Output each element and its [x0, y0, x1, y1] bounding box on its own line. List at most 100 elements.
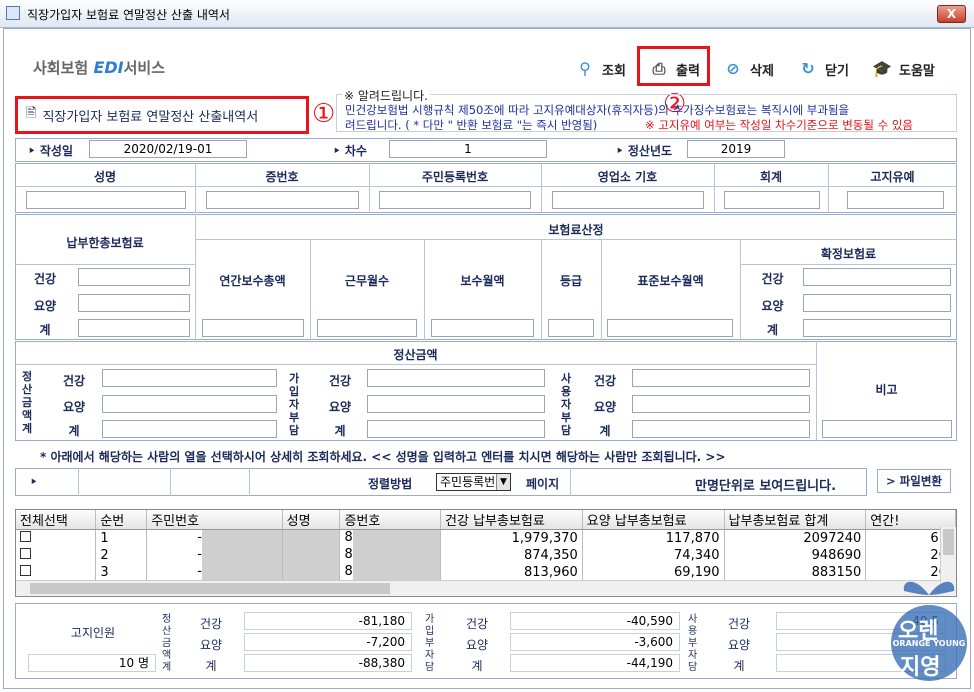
rrn-col-header[interactable]: 주민번호	[146, 510, 283, 530]
sort-select[interactable]: 주민등록번 ▼	[436, 473, 511, 491]
search-icon: ⚲	[579, 59, 591, 78]
vscroll-thumb[interactable]	[943, 529, 954, 555]
title-bar: 직장가입자 보험료 연말정산 산출 내역서 X	[0, 0, 974, 28]
sum-emp-total[interactable]	[776, 654, 946, 672]
sub-sum-total-label: 계	[471, 659, 483, 673]
conf-care-field[interactable]	[803, 294, 951, 312]
work-months-header: 근무월수	[344, 274, 390, 288]
s-care-label: 요양	[62, 400, 86, 414]
cert-field[interactable]	[206, 191, 359, 209]
delete-button[interactable]: ⊘ 삭제	[722, 52, 774, 86]
scrollbar-thumb[interactable]	[30, 583, 390, 594]
table-row[interactable]: 1 - 8 1,979,370 117,870 2097240 61,	[16, 529, 956, 547]
row-checkbox[interactable]	[20, 565, 31, 576]
notice-people-field[interactable]: 10 명	[28, 654, 156, 672]
branch-header: 영업소 기호	[597, 170, 658, 184]
sum-total-label: 계	[205, 659, 217, 673]
logo: 사회보험 EDI서비스	[33, 58, 166, 77]
print-button[interactable]: ⎙ 출력	[648, 52, 700, 86]
sum-side-2: 가입부자담	[425, 614, 435, 673]
notice-line-2: 려드립니다. ( * 다만 " 반환 보험료 "는 즉시 반영됨)	[345, 118, 598, 132]
round-field[interactable]: 1	[389, 140, 547, 158]
sum-sub-care[interactable]: -3,600	[510, 633, 680, 651]
s-health-field[interactable]	[102, 369, 277, 387]
page-label: 페이지	[526, 477, 560, 491]
chevron-down-icon: ▼	[496, 474, 510, 490]
calc-header: 보험료산정	[548, 223, 604, 237]
paid-total-header: 납부한총보험료	[66, 236, 144, 250]
emp-sum-care-label: 요양	[727, 638, 751, 652]
seq-header[interactable]: 순번	[95, 510, 148, 530]
name-field[interactable]	[26, 191, 186, 209]
sum-emp-care[interactable]	[776, 633, 946, 651]
sum-settle-care[interactable]: -7,200	[244, 633, 412, 651]
sum-emp-health[interactable]: -40,5	[776, 612, 946, 630]
emp-total-field[interactable]	[632, 420, 810, 438]
horizontal-scrollbar[interactable]	[16, 580, 956, 596]
search-button[interactable]: ⚲ 조회	[574, 52, 626, 86]
table-row[interactable]: 2 - 8 874,350 74,340 948690 26,	[16, 547, 956, 564]
sum-side-3: 사용부자담	[688, 614, 698, 673]
paid-total-field[interactable]	[78, 319, 190, 337]
unit-text: 만명단위로 보여드립니다.	[695, 479, 837, 494]
work-months-field[interactable]	[317, 319, 417, 337]
delete-icon: ⊘	[726, 59, 740, 78]
sum-sub-health[interactable]: -40,590	[510, 612, 680, 630]
settle-side-label: 정산금액계	[22, 370, 33, 435]
sub-sum-health-label: 건강	[465, 617, 489, 631]
sum-sub-total[interactable]: -44,190	[510, 654, 680, 672]
emp-care-field[interactable]	[632, 395, 810, 413]
sub-sum-care-label: 요양	[465, 638, 489, 652]
sum-side-1: 정산금액계	[162, 614, 172, 673]
date-field[interactable]: 2020/02/19-01	[89, 140, 247, 158]
row-checkbox[interactable]	[20, 531, 31, 542]
conf-health-field[interactable]	[803, 268, 951, 286]
close-window-button[interactable]: X	[937, 5, 966, 23]
paid-care-label: 요양	[33, 299, 57, 313]
table-row[interactable]: 3 - 8 813,960 69,190 883150 26,	[16, 564, 956, 581]
help-button[interactable]: 🎓 도움말	[871, 52, 935, 86]
select-all-header[interactable]: 전체선택	[16, 510, 97, 530]
defer-header: 고지유예	[870, 170, 915, 184]
account-field[interactable]	[724, 191, 820, 209]
rrn-field[interactable]	[379, 191, 531, 209]
paid-total-label: 계	[39, 323, 51, 337]
row-checkbox[interactable]	[20, 548, 31, 559]
defer-field[interactable]	[847, 191, 944, 209]
close-button[interactable]: ↻ 닫기	[797, 52, 849, 86]
remark-field[interactable]	[822, 420, 952, 438]
marker-one: ①	[312, 99, 336, 129]
grade-header: 등급	[559, 274, 583, 288]
year-field[interactable]: 2019	[687, 140, 785, 158]
vertical-scrollbar[interactable]	[940, 527, 956, 583]
s-total-field[interactable]	[102, 420, 277, 438]
monthly-pay-field[interactable]	[431, 319, 534, 337]
name-col-header[interactable]: 성명	[282, 510, 341, 530]
s-care-field[interactable]	[102, 395, 277, 413]
notice-line-1: 민건강보험법 시행규칙 제50조에 따라 고지유예대상자(휴직자등)의 추가징수…	[345, 103, 850, 117]
sum-settle-total[interactable]: -88,380	[244, 654, 412, 672]
std-pay-field[interactable]	[607, 319, 733, 337]
cert-col-header[interactable]: 증번호	[339, 510, 442, 530]
sum-paid-header[interactable]: 납부총보험료 합계	[724, 510, 867, 530]
emp-health-field[interactable]	[632, 369, 810, 387]
employer-side-label: 사용자부담	[561, 372, 572, 437]
sum-settle-health[interactable]: -81,180	[244, 612, 412, 630]
account-header: 회계	[759, 170, 783, 184]
emp-care-label: 요양	[593, 400, 617, 414]
paid-care-field[interactable]	[78, 294, 190, 312]
sub-care-field[interactable]	[367, 395, 545, 413]
branch-field[interactable]	[552, 191, 704, 209]
grade-field[interactable]	[548, 319, 594, 337]
health-paid-header[interactable]: 건강 납부총보험료	[440, 510, 583, 530]
sub-health-field[interactable]	[367, 369, 545, 387]
conf-total-field[interactable]	[803, 319, 951, 337]
s-health-label: 건강	[62, 374, 86, 388]
year-label: ‣ 정산년도	[616, 144, 673, 158]
care-paid-header[interactable]: 요양 납부총보험료	[582, 510, 725, 530]
file-convert-button[interactable]: > 파일변환	[877, 469, 951, 493]
annual-pay-field[interactable]	[202, 319, 304, 337]
paid-health-field[interactable]	[78, 268, 190, 286]
sub-total-field[interactable]	[367, 420, 545, 438]
refresh-icon: ↻	[801, 59, 815, 78]
